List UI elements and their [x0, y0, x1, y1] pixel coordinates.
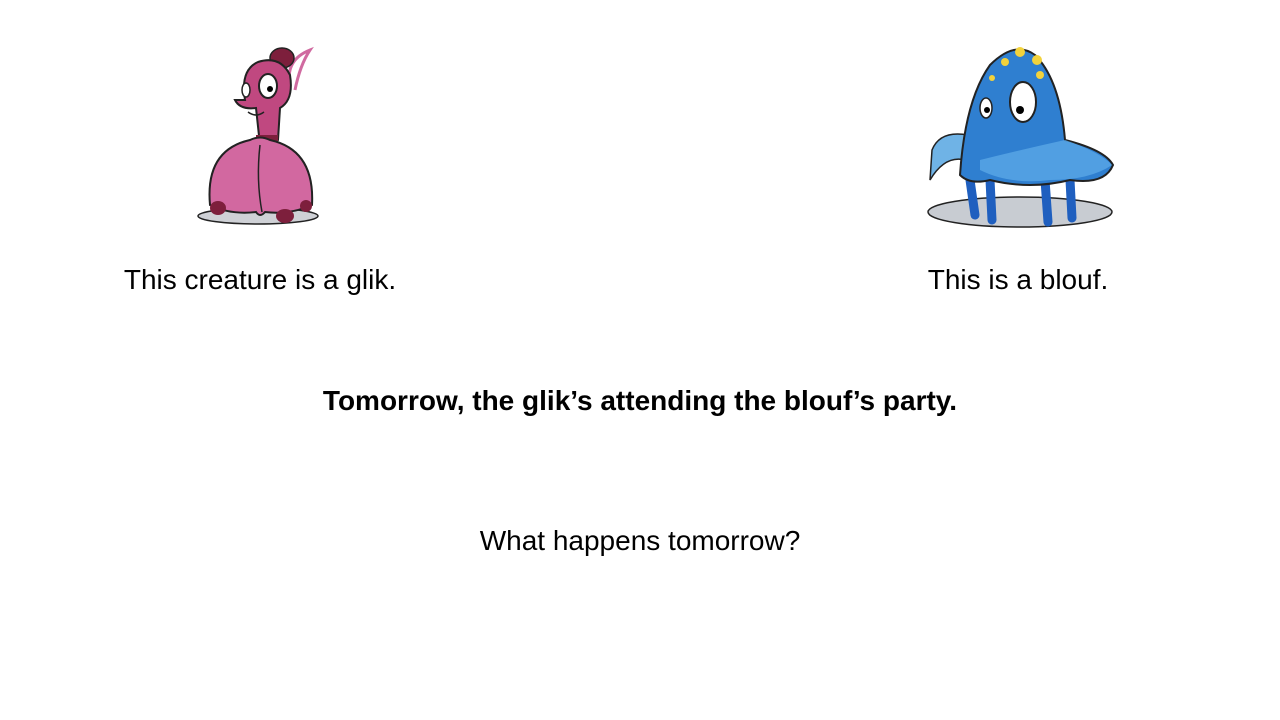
glik-caption: This creature is a glik. [123, 264, 397, 295]
statement: Tomorrow, the glik’s attending the blouf… [322, 385, 958, 416]
blouf-caption: This is a blouf. [927, 264, 1109, 295]
glik-illustration [197, 46, 319, 225]
question: What happens tomorrow? [479, 525, 801, 556]
blouf-illustration [927, 47, 1115, 228]
